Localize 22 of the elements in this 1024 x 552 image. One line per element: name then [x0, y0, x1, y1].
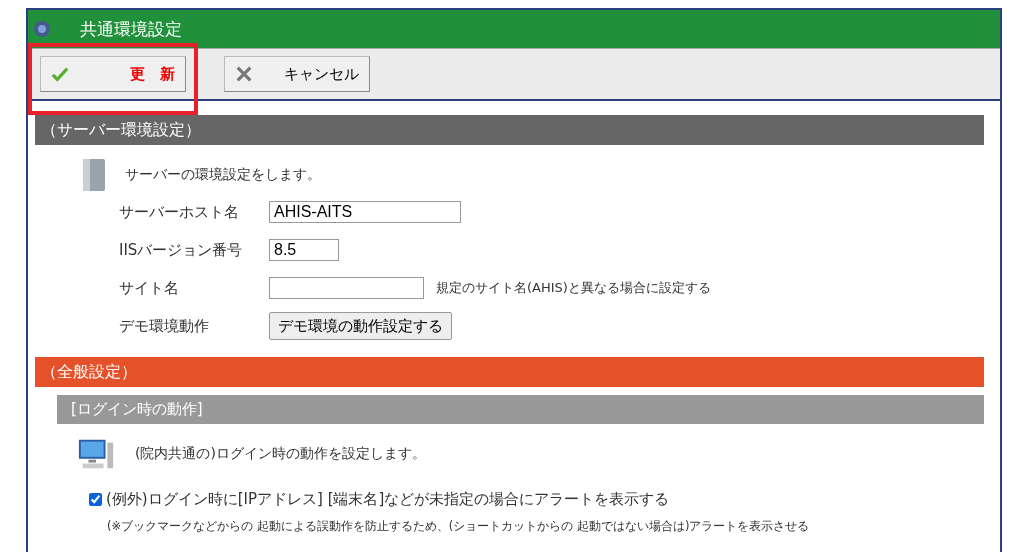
toolbar-button[interactable]: キャンセル — [224, 56, 370, 92]
toolbar-button[interactable]: 更 新 — [40, 56, 186, 92]
checkbox-label: (例外)ログイン時に[IPアドレス] [端末名]などが未指定の場合にアラートを表示する — [106, 490, 670, 509]
check-icon — [51, 65, 69, 83]
subsection-header: [ログイン時の動作] — [57, 395, 984, 424]
input-field[interactable]: AHIS-AITS — [269, 201, 461, 223]
option-note: (※ブックマークなどからの 起動による誤動作を防止するため、(ショートカットからの 起動ではない場合は)アラートを表示させる — [107, 519, 811, 534]
subsection-description: (院内共通の)ログイン時の動作を設定します。 — [135, 445, 426, 463]
checkbox[interactable] — [89, 493, 102, 506]
section-header: （サーバー環境設定） — [35, 115, 984, 145]
input-field[interactable] — [269, 277, 424, 299]
section-header: （全般設定） — [35, 357, 984, 387]
field-label: IISバージョン番号 — [118, 240, 244, 260]
field-note: 規定のサイト名(AHIS)と異なる場合に設定する — [436, 279, 711, 297]
demo-settings-button[interactable]: デモ環境の動作設定する — [269, 312, 452, 340]
field-label: サイト名 — [118, 278, 180, 298]
close-icon — [235, 65, 253, 83]
section-description: サーバーの環境設定をします。 — [125, 166, 321, 184]
field-label: サーバーホスト名 — [118, 202, 240, 222]
window-title: 共通環境設定 — [80, 17, 182, 41]
input-field[interactable]: 8.5 — [269, 239, 339, 261]
field-label: デモ環境動作 — [118, 316, 210, 336]
